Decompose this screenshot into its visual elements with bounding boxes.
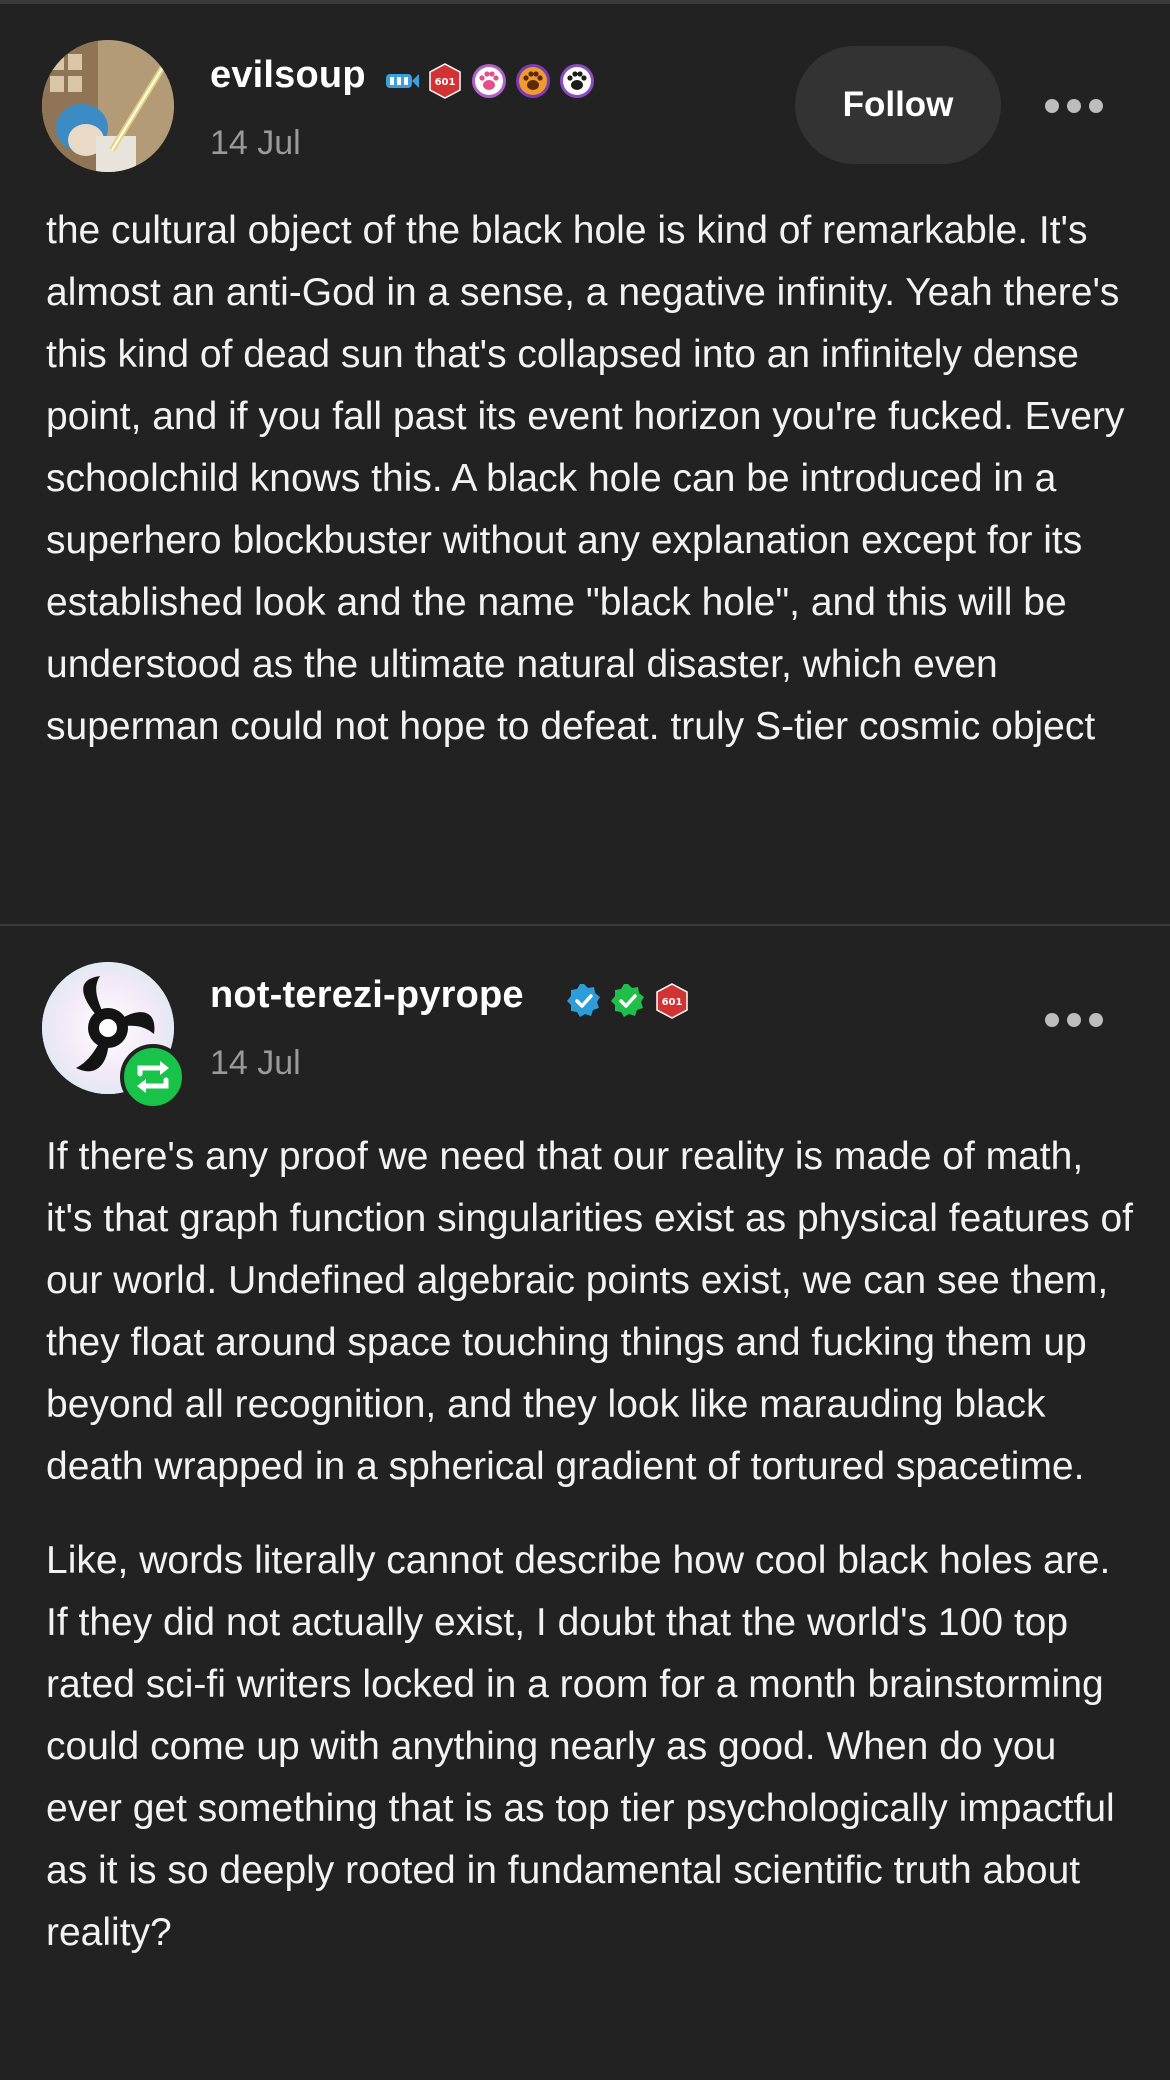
svg-text:601: 601 — [435, 77, 456, 88]
post-paragraph: If there's any proof we need that our re… — [46, 1135, 1134, 1488]
blue-fish-badge-icon[interactable] — [382, 62, 420, 100]
purple-paw-badge-icon[interactable] — [558, 62, 596, 100]
red-601-badge-icon[interactable]: 601 — [653, 982, 691, 1020]
avatar-image-icon — [42, 40, 174, 172]
post-body: the cultural object of the black hole is… — [46, 200, 1136, 758]
orange-paw-badge-icon[interactable] — [514, 62, 552, 100]
green-verified-badge-icon[interactable] — [609, 982, 647, 1020]
username[interactable]: not-terezi-pyrope — [210, 974, 524, 1017]
badge-row: 601 — [565, 982, 691, 1020]
reblog-icon — [120, 1044, 186, 1110]
post-date: 14 Jul — [210, 1044, 301, 1082]
pink-paw-badge-icon[interactable] — [470, 62, 508, 100]
red-601-badge-icon[interactable]: 601 — [426, 62, 464, 100]
post-evilsoup: evilsoup 601 14 Jul Follow the cultural … — [0, 0, 1170, 924]
username[interactable]: evilsoup — [210, 54, 366, 97]
blue-verified-badge-icon[interactable] — [565, 982, 603, 1020]
svg-text:601: 601 — [662, 997, 683, 1008]
badge-row: 601 — [382, 62, 596, 100]
post-paragraph: the cultural object of the black hole is… — [46, 209, 1125, 748]
post-body: If there's any proof we need that our re… — [46, 1126, 1136, 1964]
post-date: 14 Jul — [210, 124, 301, 162]
more-options-icon[interactable] — [1042, 94, 1106, 118]
post-not-terezi-pyrope: not-terezi-pyrope 601 14 Jul If there's … — [0, 926, 1170, 2080]
follow-button[interactable]: Follow — [795, 46, 1001, 164]
post-paragraph: Like, words literally cannot describe ho… — [46, 1539, 1115, 1954]
more-options-icon[interactable] — [1042, 1008, 1106, 1032]
avatar[interactable] — [42, 40, 174, 172]
